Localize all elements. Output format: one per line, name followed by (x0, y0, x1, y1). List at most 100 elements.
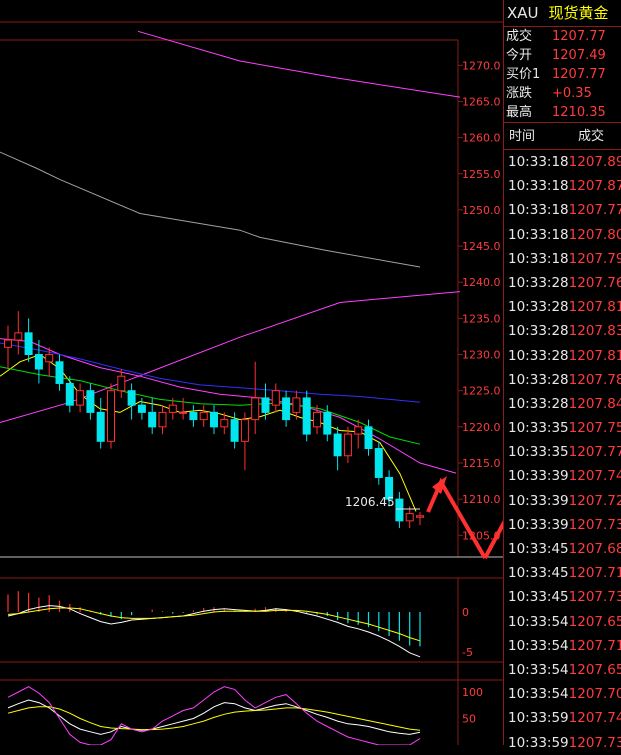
ticks-time-header: 时间 (509, 129, 536, 144)
candle-body (199, 411, 208, 421)
tick-row[interactable]: 10:33:54 1207.70 (504, 682, 621, 706)
candle-body (220, 419, 229, 428)
tick-price: 1207.87 (568, 178, 621, 195)
tick-time: 10:33:28 (508, 323, 569, 340)
candle-body (364, 426, 373, 450)
tick-row[interactable]: 10:33:28 1207.83 (504, 319, 621, 343)
kline-chart[interactable]: 1270.0 1265.0 1260.0 1255.0 1250.0 1245.0 1240… (0, 0, 503, 745)
tick-time: 10:33:54 (508, 613, 569, 630)
axis-tick-label: 1210.0 (462, 493, 501, 506)
tick-time: 10:33:45 (508, 565, 569, 582)
tick-row[interactable]: 10:33:18 1207.80 (504, 223, 621, 247)
candle-body (240, 419, 249, 442)
tick-row[interactable]: 10:33:39 1207.73 (504, 513, 621, 537)
tick-time: 10:33:54 (508, 686, 569, 703)
ma-line (59, 179, 421, 268)
tick-row[interactable]: 10:33:45 1207.71 (504, 561, 621, 585)
tick-row[interactable]: 10:33:18 1207.79 (504, 247, 621, 271)
candle (127, 383, 136, 420)
candle-body (107, 390, 115, 442)
tick-time: 10:33:39 (508, 492, 569, 509)
ticks-header: 时间 成交 (504, 122, 621, 150)
quote-row: 涨跌 +0.35 (504, 84, 621, 103)
tick-row[interactable]: 10:33:28 1207.84 (504, 392, 621, 416)
tick-row[interactable]: 10:33:18 1207.87 (504, 174, 621, 198)
last-price-label: 1206.45 (345, 495, 395, 509)
tick-time: 10:33:35 (508, 420, 569, 437)
tick-row[interactable]: 10:33:54 1207.65 (504, 610, 621, 634)
axis-tick-label: 1240.0 (462, 276, 501, 289)
candle (107, 383, 115, 449)
candle (374, 441, 383, 485)
tick-time: 10:33:28 (508, 347, 569, 364)
candle-body (179, 411, 188, 414)
tick-list[interactable]: 10:33:18 1207.89 10:33:18 1207.87 10:33:18 12… (504, 150, 621, 755)
tick-row[interactable]: 10:33:18 1207.89 (504, 150, 621, 174)
tick-price: 1207.71 (568, 565, 621, 582)
candle-body (210, 411, 218, 428)
candle-body (137, 404, 146, 413)
quote-label: 今开 (506, 48, 533, 63)
tick-price: 1207.83 (568, 323, 621, 340)
ma-line (0, 151, 61, 181)
candle (189, 405, 198, 427)
tick-row[interactable]: 10:33:18 1207.77 (504, 198, 621, 222)
candle (137, 397, 146, 420)
tick-time: 10:33:45 (508, 541, 569, 557)
candle-body (323, 411, 332, 435)
candle-body (230, 419, 239, 442)
candle (240, 412, 249, 471)
tick-price: 1207.70 (568, 686, 621, 703)
candle (251, 361, 260, 435)
tick-row[interactable]: 10:33:39 1207.74 (504, 464, 621, 488)
tick-price: 1207.75 (568, 420, 621, 437)
candle (271, 383, 280, 413)
candle (302, 390, 311, 442)
chart-grid (0, 21, 503, 745)
tick-row[interactable]: 10:33:45 1207.68 (504, 537, 621, 561)
annotation-arrow-line (483, 520, 503, 559)
quote-row: 今开 1207.49 (504, 46, 621, 65)
tick-price: 1207.74 (568, 710, 621, 727)
quote-value: +0.35 (552, 86, 592, 101)
candle-body (76, 390, 85, 406)
candle-body (271, 390, 280, 406)
tick-price: 1207.77 (568, 444, 621, 461)
candle-body (405, 513, 414, 522)
candle (14, 311, 23, 355)
tick-row[interactable]: 10:33:59 1207.73 (504, 731, 621, 755)
tick-price: 1207.81 (568, 347, 621, 364)
tick-row[interactable]: 10:33:35 1207.75 (504, 416, 621, 440)
tick-row[interactable]: 10:33:54 1207.71 (504, 634, 621, 658)
candle-body (65, 382, 74, 406)
quote-label: 最高 (506, 105, 533, 120)
candle (210, 405, 218, 435)
candle-body (416, 515, 424, 518)
tick-row[interactable]: 10:33:28 1207.78 (504, 368, 621, 392)
tick-row[interactable]: 10:33:39 1207.72 (504, 489, 621, 513)
axis-tick-label: 1230.0 (462, 349, 501, 362)
kdj-axis-label: 100 (462, 686, 483, 699)
tick-row[interactable]: 10:33:59 1207.74 (504, 706, 621, 730)
axis-tick-label: 1220.0 (462, 421, 501, 434)
tick-row[interactable]: 10:33:45 1207.73 (504, 585, 621, 609)
candle-body (251, 397, 260, 421)
candle-body (189, 411, 198, 421)
tick-row[interactable]: 10:33:54 1207.65 (504, 658, 621, 682)
candle (282, 390, 291, 427)
candle-body (374, 448, 383, 478)
tick-price: 1207.65 (568, 613, 621, 630)
candle (199, 405, 208, 427)
tick-row[interactable]: 10:33:28 1207.81 (504, 295, 621, 319)
candle-body (158, 411, 167, 428)
tick-row[interactable]: 10:33:28 1207.81 (504, 344, 621, 368)
tick-time: 10:33:18 (508, 250, 569, 267)
candle-body (96, 411, 105, 442)
candle (76, 383, 85, 413)
tick-row[interactable]: 10:33:35 1207.77 (504, 440, 621, 464)
tick-row[interactable]: 10:33:28 1207.76 (504, 271, 621, 295)
candle (158, 405, 167, 435)
quote-row: 最高 1210.35 (504, 103, 621, 122)
axis-tick-label: 1235.0 (462, 312, 501, 325)
axis-tick-label: 1215.0 (462, 457, 501, 470)
